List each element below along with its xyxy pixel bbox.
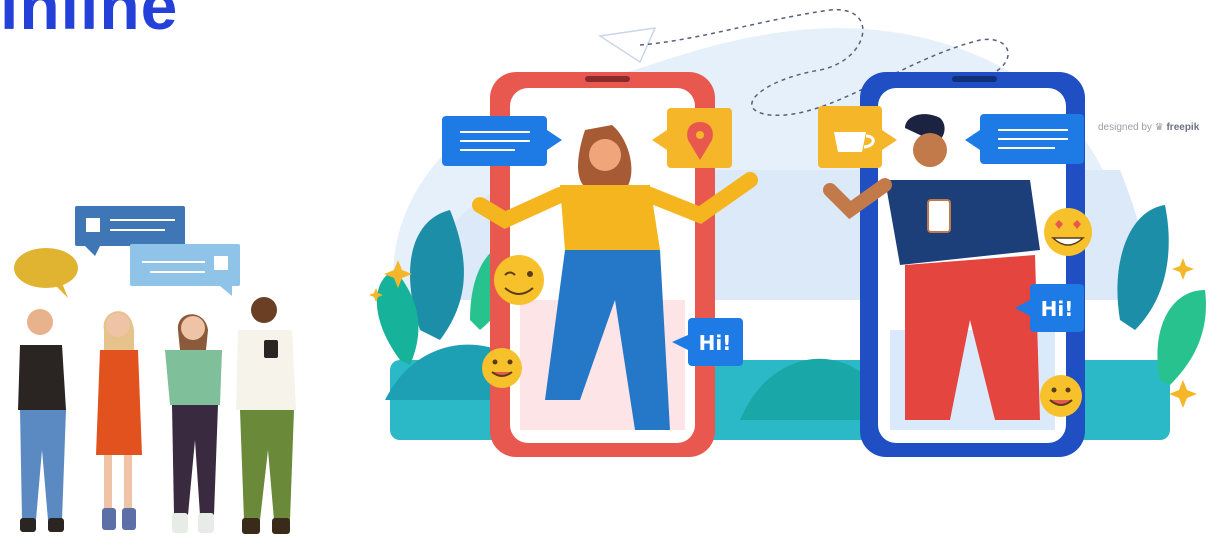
freepik-credit: designed by ♛ freepik (1098, 122, 1199, 133)
person-2 (96, 311, 142, 530)
hi-left-text: Hi! (699, 331, 732, 355)
heart-eyes-emoji-icon (1044, 208, 1092, 256)
person-3 (165, 314, 222, 533)
credit-brand: freepik (1166, 122, 1200, 133)
chat-bubble-left (442, 116, 562, 166)
wink-emoji-icon (494, 255, 544, 305)
freepik-icon: ♛ (1154, 122, 1164, 133)
chat-bubble-right (965, 114, 1084, 164)
illustration: Hi! Hi! (14, 9, 1206, 534)
speech-bubbles-group (14, 206, 240, 298)
hi-right-text: Hi! (1041, 297, 1074, 321)
tongue-emoji-icon (482, 348, 522, 388)
person-1 (18, 309, 66, 532)
person-4 (236, 297, 296, 534)
leaves-right (1117, 205, 1206, 385)
credit-prefix: designed by (1098, 122, 1152, 133)
smile-emoji-icon (1040, 375, 1082, 417)
